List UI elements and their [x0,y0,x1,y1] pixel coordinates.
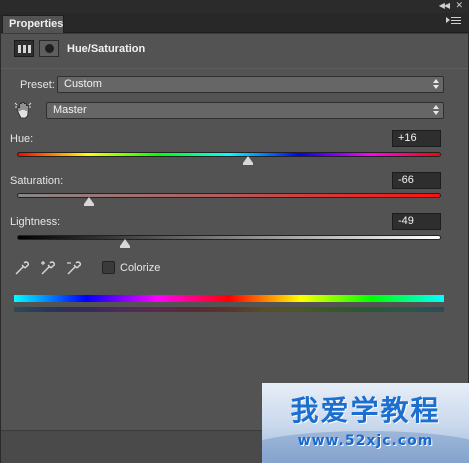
panel-top-strip: ◀◀ ✕ [0,0,469,13]
tab-properties[interactable]: Properties [2,15,64,33]
eyedropper-minus-icon[interactable] [65,259,83,277]
layer-mask-icon[interactable] [39,40,59,57]
hue-slider-track[interactable] [17,152,441,157]
collapse-icon[interactable]: ◀◀ [439,1,450,11]
saturation-slider-thumb[interactable] [84,197,95,206]
saturation-label: Saturation: [10,175,64,187]
eyedropper-icon[interactable] [13,259,31,277]
header-divider [1,68,468,69]
lightness-value-field[interactable]: -49 [392,213,441,230]
tab-bar: Properties [0,13,469,33]
result-color-bar [14,307,444,312]
colorize-label: Colorize [120,262,161,274]
panel-title: Hue/Saturation [67,43,146,55]
preset-value: Custom [64,78,102,90]
source-color-bar [14,295,444,302]
hue-saturation-adjustment-icon[interactable] [14,40,34,57]
channel-select[interactable]: Master [46,102,444,119]
watermark-title: 我爱学教程 [290,394,441,427]
eyedropper-plus-icon[interactable] [39,259,57,277]
lightness-slider-thumb[interactable] [120,239,131,248]
lightness-label: Lightness: [10,216,61,228]
hue-label: Hue: [10,133,34,145]
close-icon[interactable]: ✕ [455,0,463,11]
preset-select[interactable]: Custom [57,76,444,93]
lightness-slider-track[interactable] [17,235,441,240]
panel-menu-icon[interactable] [446,17,461,28]
chevron-updown-icon [433,105,439,115]
hue-slider-thumb[interactable] [242,156,253,165]
channel-value: Master [53,104,87,116]
hand-adjust-icon[interactable] [13,100,35,120]
watermark: 我爱学教程 www.52xjc.com [262,383,469,463]
saturation-value-field[interactable]: -66 [392,172,441,189]
panel-header: Hue/Saturation [1,34,468,65]
chevron-updown-icon [433,79,439,89]
colorize-checkbox[interactable] [102,261,115,274]
watermark-url: www.52xjc.com [297,433,434,449]
hue-value-field[interactable]: +16 [392,130,441,147]
saturation-slider-track[interactable] [17,193,441,198]
preset-label: Preset: [20,79,55,91]
